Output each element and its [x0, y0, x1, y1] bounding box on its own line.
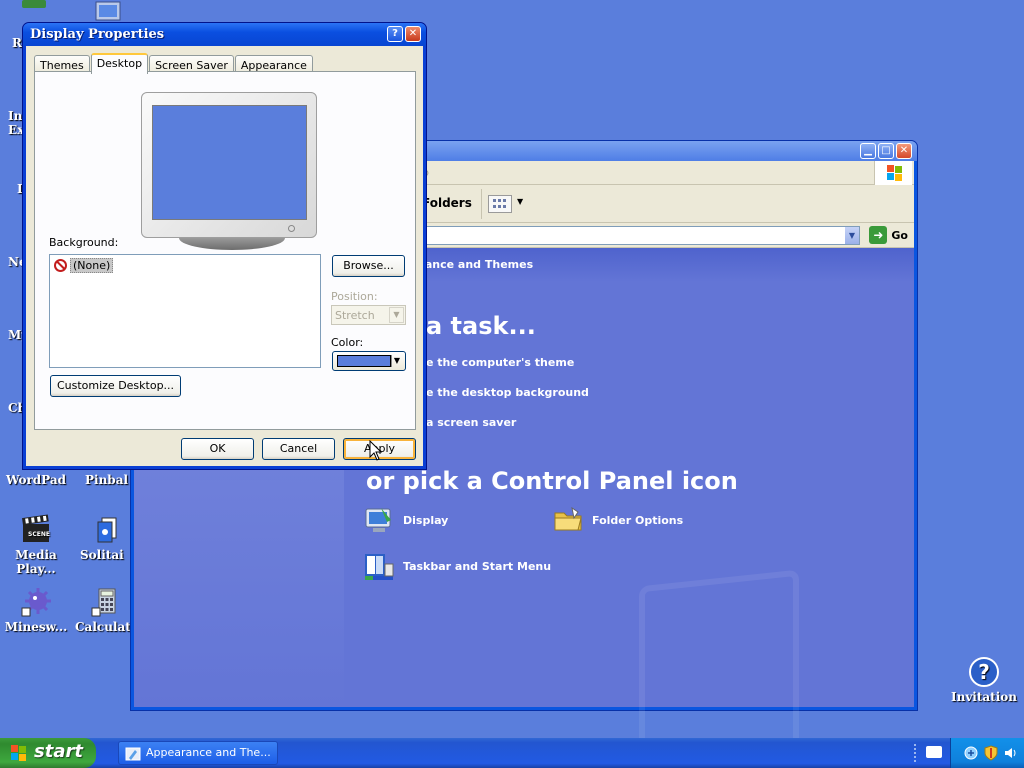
- calculator-icon: [90, 586, 122, 618]
- desktop-icon-label-partial: In: [8, 109, 23, 123]
- list-item[interactable]: (None): [54, 258, 114, 273]
- cp-item-taskbar-start-menu[interactable]: Taskbar and Start Menu: [363, 550, 551, 582]
- mouse-cursor-icon: [369, 439, 383, 462]
- control-panel-icon: [125, 746, 141, 762]
- monitor-base: [179, 238, 285, 250]
- system-tray: [950, 738, 1024, 768]
- volume-icon[interactable]: [1003, 745, 1019, 761]
- taskbar: start Appearance and The...: [0, 738, 1024, 768]
- desktop-icon-media-player[interactable]: SCENE Media Play...: [0, 514, 72, 576]
- recycle-bin-icon: [22, 0, 46, 8]
- go-label: Go: [891, 228, 908, 242]
- desktop-icon-label: Minesw...: [4, 620, 68, 634]
- list-item-label: (None): [70, 258, 114, 273]
- desktop-icon-label: Invitation: [950, 690, 1018, 704]
- color-label: Color:: [331, 336, 364, 349]
- cancel-button[interactable]: Cancel: [262, 438, 335, 460]
- views-dropdown-icon[interactable]: ▼: [517, 197, 523, 206]
- desktop-icon-label: Media Play...: [15, 548, 57, 576]
- cards-icon: [90, 514, 122, 546]
- start-button[interactable]: start: [0, 738, 96, 768]
- color-swatch: [337, 355, 391, 367]
- clapperboard-icon: SCENE: [20, 514, 52, 546]
- task-link-desktop-background[interactable]: e the desktop background: [426, 386, 589, 399]
- close-button[interactable]: ✕: [405, 26, 421, 42]
- close-button[interactable]: ✕: [896, 143, 912, 159]
- views-icon[interactable]: [488, 195, 512, 213]
- taskbar-grip[interactable]: [914, 744, 917, 762]
- position-select[interactable]: Stretch ▼: [331, 305, 406, 325]
- pick-icon-heading: or pick a Control Panel icon: [366, 467, 738, 495]
- color-picker-button[interactable]: ▼: [332, 351, 406, 371]
- windows-flag-icon: [10, 744, 28, 762]
- monitor-preview: [141, 92, 317, 250]
- background-listbox[interactable]: (None): [49, 254, 321, 368]
- help-button[interactable]: ?: [387, 26, 403, 42]
- desktop-icon-label-partial: R: [12, 36, 22, 50]
- dialog-titlebar[interactable]: Display Properties ? ✕: [23, 23, 426, 46]
- keyboard-icon[interactable]: [926, 746, 942, 758]
- network-icon[interactable]: [963, 745, 979, 761]
- maximize-button[interactable]: □: [878, 143, 894, 159]
- toolbar-separator: [481, 189, 482, 219]
- cp-item-folder-options[interactable]: Folder Options: [552, 504, 683, 536]
- minimize-button[interactable]: ▁: [860, 143, 876, 159]
- help-icon: ?: [968, 656, 1000, 688]
- my-computer-icon: [94, 0, 124, 22]
- windows-flag-icon: [874, 161, 912, 185]
- cp-item-label: Folder Options: [592, 513, 684, 527]
- customize-desktop-button[interactable]: Customize Desktop...: [50, 375, 181, 397]
- position-value: Stretch: [335, 309, 375, 322]
- ok-button[interactable]: OK: [181, 438, 254, 460]
- none-icon: [54, 259, 67, 272]
- desktop-tab-panel: Background: (None) Browse... Position: S…: [34, 71, 416, 430]
- cp-item-display[interactable]: Display: [363, 504, 448, 536]
- background-label: Background:: [49, 236, 119, 249]
- desktop-icon-minesweeper[interactable]: Minesw...: [0, 586, 72, 634]
- cp-item-label: Display: [403, 513, 449, 527]
- browse-button[interactable]: Browse...: [332, 255, 405, 277]
- svg-text:SCENE: SCENE: [28, 531, 50, 538]
- desktop-icon-invitation[interactable]: ? Invitation: [948, 656, 1020, 704]
- category-title: arance and Themes: [412, 258, 534, 271]
- taskbar-icon: [363, 550, 395, 582]
- go-button[interactable]: ➜ Go: [869, 226, 908, 244]
- chevron-down-icon[interactable]: ▼: [845, 227, 859, 244]
- go-arrow-icon: ➜: [869, 226, 888, 244]
- desktop-icon-label: WordPad: [5, 473, 67, 487]
- display-icon: [363, 504, 395, 536]
- folder-icon: [552, 504, 584, 536]
- tab-desktop[interactable]: Desktop: [90, 53, 149, 74]
- start-label: start: [34, 741, 83, 762]
- power-led: [288, 225, 295, 232]
- task-link-screen-saver[interactable]: a screen saver: [426, 416, 516, 429]
- mine-icon: [20, 586, 52, 618]
- chevron-down-icon: ▼: [389, 307, 404, 323]
- security-shield-icon[interactable]: [983, 745, 999, 761]
- desktop-icon-wordpad[interactable]: WordPad: [0, 473, 72, 487]
- taskbar-button-label: Appearance and The...: [146, 746, 271, 759]
- monitor-screen-preview: [152, 105, 307, 220]
- svg-text:?: ?: [978, 660, 990, 684]
- cp-item-label: Taskbar and Start Menu: [403, 559, 552, 573]
- task-link-change-theme[interactable]: e the computer's theme: [426, 356, 574, 369]
- display-properties-dialog[interactable]: Display Properties ? ✕ Themes Desktop Sc…: [22, 22, 427, 470]
- dialog-client: Themes Desktop Screen Saver Appearance B…: [26, 46, 423, 466]
- address-input[interactable]: ▼: [420, 226, 860, 245]
- monitor-bezel: [141, 92, 317, 238]
- chevron-down-icon: ▼: [391, 355, 402, 367]
- folders-button[interactable]: Folders: [422, 196, 472, 210]
- pick-task-heading: a task...: [426, 312, 536, 340]
- taskbar-button-appearance[interactable]: Appearance and The...: [118, 741, 278, 765]
- position-label: Position:: [331, 290, 378, 303]
- dialog-title: Display Properties: [30, 27, 165, 42]
